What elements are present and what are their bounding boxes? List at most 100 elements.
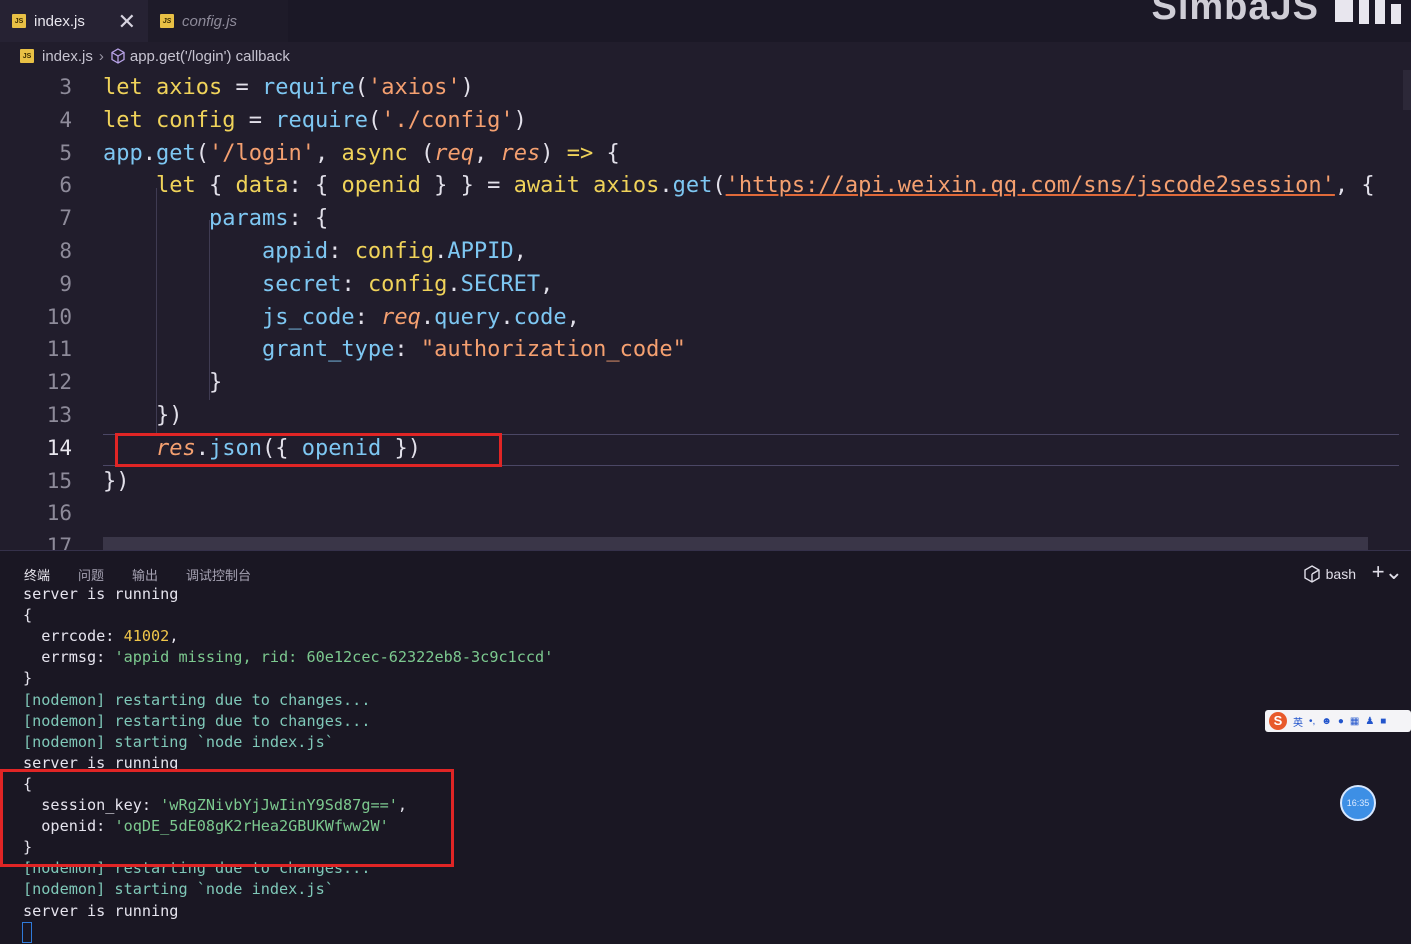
code-token: get bbox=[672, 173, 713, 199]
method-cube-icon bbox=[111, 48, 125, 64]
code-line[interactable]: let { data: { openid } } = await axios.g… bbox=[103, 173, 1375, 198]
code-line[interactable]: js_code: req.query.code, bbox=[103, 305, 580, 330]
js-file-icon: JS bbox=[160, 14, 174, 28]
code-token: ( bbox=[195, 140, 209, 166]
code-token: req bbox=[381, 304, 421, 330]
code-token: data bbox=[235, 173, 289, 199]
code-token: axios bbox=[593, 173, 660, 199]
line-number: 9 bbox=[59, 271, 72, 296]
code-token: query bbox=[434, 304, 501, 330]
code-line[interactable]: secret: config.SECRET, bbox=[103, 272, 553, 297]
code-token: "authorization_code" bbox=[420, 337, 686, 363]
ime-language[interactable]: 英 bbox=[1293, 714, 1303, 729]
line-number: 5 bbox=[59, 140, 72, 165]
js-file-icon: JS bbox=[12, 14, 26, 28]
line-number: 7 bbox=[59, 206, 72, 231]
terminal-line: [nodemon] restarting due to changes... bbox=[23, 691, 370, 709]
breadcrumb-file[interactable]: index.js bbox=[42, 48, 93, 65]
code-token: params bbox=[208, 206, 289, 232]
breadcrumb: JS index.js › app.get('/login') callback bbox=[0, 42, 1411, 70]
code-token: } bbox=[103, 370, 223, 396]
breadcrumb-symbol[interactable]: app.get('/login') callback bbox=[130, 48, 290, 65]
emoji-icon[interactable]: ☻ bbox=[1321, 716, 1332, 727]
bilibili-logo-icon bbox=[1335, 0, 1401, 24]
code-token: : bbox=[394, 337, 421, 363]
tab-output[interactable]: 输出 bbox=[132, 565, 158, 584]
code-token: }) bbox=[103, 468, 130, 494]
code-token: , bbox=[540, 271, 554, 297]
close-icon[interactable]: ✕ bbox=[118, 9, 136, 35]
tab-index-js[interactable]: JS index.js ✕ bbox=[0, 0, 148, 42]
code-line[interactable]: }) bbox=[103, 469, 130, 494]
punctuation-icon[interactable]: •, bbox=[1309, 716, 1315, 727]
new-terminal-plus-icon[interactable]: +⌄ bbox=[1372, 559, 1403, 585]
vertical-scrollbar[interactable] bbox=[1403, 70, 1411, 110]
code-token: , bbox=[513, 239, 527, 264]
code-token: async bbox=[341, 140, 408, 166]
terminal-line: errcode: 41002, bbox=[23, 627, 178, 645]
terminal-icon bbox=[1303, 565, 1320, 583]
code-token: ( bbox=[354, 75, 368, 100]
tab-debug-console[interactable]: 调试控制台 bbox=[186, 565, 251, 584]
code-line[interactable]: let axios = require('axios') bbox=[103, 75, 474, 100]
code-token: res bbox=[500, 140, 541, 166]
code-token: : bbox=[328, 239, 355, 264]
code-token: { bbox=[593, 140, 620, 166]
horizontal-scrollbar[interactable] bbox=[103, 537, 1368, 550]
tab-label: index.js bbox=[34, 12, 85, 30]
code-token: ) bbox=[540, 140, 567, 166]
code-line[interactable]: } bbox=[103, 370, 222, 395]
code-token: . bbox=[447, 271, 461, 297]
code-token: , bbox=[473, 140, 501, 166]
code-token: SECRET bbox=[460, 271, 541, 297]
tab-label: config.js bbox=[182, 12, 238, 30]
line-number: 13 bbox=[46, 403, 72, 427]
code-line[interactable]: }) bbox=[103, 403, 183, 428]
line-number: 12 bbox=[46, 370, 72, 395]
terminal-token: [nodemon] starting `node index.js` bbox=[23, 732, 334, 751]
code-token: ) bbox=[460, 75, 474, 100]
user-icon[interactable]: ♟ bbox=[1365, 716, 1374, 727]
code-editor[interactable]: 3 let axios = require('axios') 4 let config… bbox=[0, 70, 1411, 550]
code-token: get bbox=[156, 140, 196, 166]
code-token: js_code bbox=[261, 304, 355, 330]
code-line[interactable]: app.get('/login', async (req, res) => { bbox=[103, 141, 620, 166]
mic-icon[interactable]: ● bbox=[1338, 716, 1344, 727]
code-token: './config' bbox=[381, 107, 514, 133]
line-number: 6 bbox=[59, 173, 72, 198]
code-token: . bbox=[420, 304, 435, 330]
terminal-token: 'appid missing, rid: 60e12cec-62322eb8-3… bbox=[114, 648, 554, 667]
terminal-token: errmsg: bbox=[23, 648, 115, 667]
code-token: ) bbox=[513, 107, 527, 133]
js-file-icon: JS bbox=[20, 49, 34, 63]
code-token: : { bbox=[288, 206, 329, 232]
tab-config-js[interactable]: JS config.js bbox=[148, 0, 288, 42]
code-token: config bbox=[156, 107, 236, 133]
chevron-right-icon: › bbox=[98, 47, 104, 65]
code-line[interactable]: grant_type: "authorization_code" bbox=[103, 337, 686, 362]
shell-name: bash bbox=[1325, 566, 1356, 582]
panel-tabs: 终端 问题 输出 调试控制台 bbox=[24, 565, 251, 584]
skin-icon[interactable]: ■ bbox=[1380, 716, 1386, 727]
tab-terminal[interactable]: 终端 bbox=[24, 565, 50, 584]
terminal-line: server is running bbox=[23, 902, 178, 920]
code-token: axios bbox=[156, 75, 223, 100]
code-line[interactable]: params: { bbox=[103, 206, 328, 231]
code-token: => bbox=[566, 140, 594, 166]
terminal-shell-selector[interactable]: bash bbox=[1303, 565, 1356, 583]
tab-problems[interactable]: 问题 bbox=[78, 565, 104, 584]
keyboard-icon[interactable]: ▦ bbox=[1350, 716, 1359, 727]
code-token: . bbox=[142, 140, 156, 166]
code-line[interactable]: let config = require('./config') bbox=[103, 108, 527, 133]
code-token: let bbox=[155, 173, 196, 199]
editor-tab-bar: JS index.js ✕ JS config.js SimbaJS bbox=[0, 0, 1411, 42]
line-number: 8 bbox=[59, 239, 72, 263]
code-line[interactable]: appid: config.APPID, bbox=[103, 239, 527, 264]
code-token: app bbox=[103, 140, 143, 166]
ime-toolbar[interactable]: S 英 •, ☻ ● ▦ ♟ ■ bbox=[1265, 710, 1411, 732]
